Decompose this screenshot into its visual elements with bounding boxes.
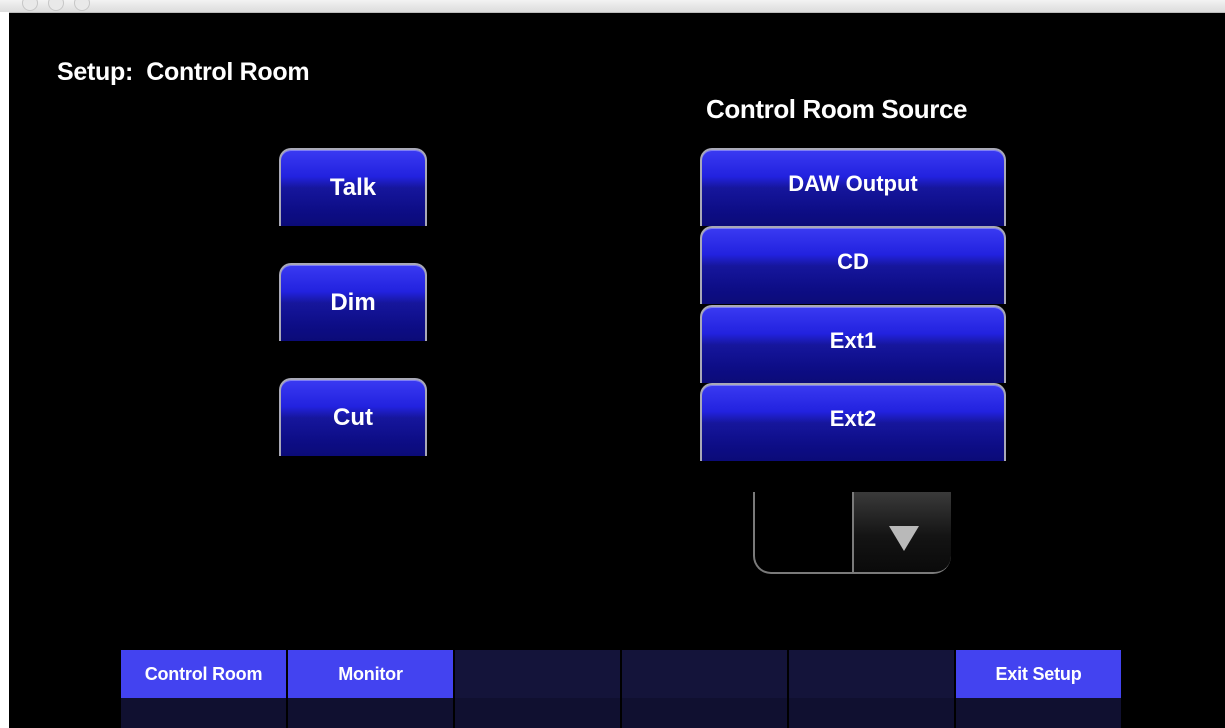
source-scroll-control xyxy=(753,492,951,574)
tab-control-room[interactable]: Control Room xyxy=(121,650,286,698)
tab-exit-setup[interactable]: Exit Setup xyxy=(956,650,1121,698)
tab-base xyxy=(455,698,620,728)
tab-empty-4[interactable] xyxy=(622,650,787,698)
window-titlebar xyxy=(0,0,1225,13)
scroll-up-button[interactable] xyxy=(755,492,852,572)
talk-button[interactable]: Talk xyxy=(279,148,427,226)
tab-empty-3[interactable] xyxy=(455,650,620,698)
tab-base xyxy=(956,698,1121,728)
dim-button[interactable]: Dim xyxy=(279,263,427,341)
tab-base xyxy=(288,698,453,728)
close-window-button[interactable] xyxy=(22,0,38,11)
cut-button[interactable]: Cut xyxy=(279,378,427,456)
page-title: Setup: Control Room xyxy=(57,58,310,86)
source-ext2-button[interactable]: Ext2 xyxy=(700,383,1006,461)
source-ext1-button[interactable]: Ext1 xyxy=(700,305,1006,383)
zoom-window-button[interactable] xyxy=(74,0,90,11)
scroll-down-button[interactable] xyxy=(854,492,951,572)
triangle-down-icon xyxy=(889,526,919,551)
minimize-window-button[interactable] xyxy=(48,0,64,11)
app-window: Setup: Control Room Talk Dim Cut Control… xyxy=(0,0,1225,728)
tab-empty-5[interactable] xyxy=(789,650,954,698)
control-room-source-title: Control Room Source xyxy=(706,94,968,124)
window-left-edge xyxy=(0,12,9,728)
source-daw-output-button[interactable]: DAW Output xyxy=(700,148,1006,226)
tab-base xyxy=(622,698,787,728)
tab-monitor[interactable]: Monitor xyxy=(288,650,453,698)
setup-tab-bar: Control Room Monitor Exit Setup xyxy=(121,650,1121,728)
source-cd-button[interactable]: CD xyxy=(700,226,1006,304)
tab-base xyxy=(789,698,954,728)
tab-base xyxy=(121,698,286,728)
